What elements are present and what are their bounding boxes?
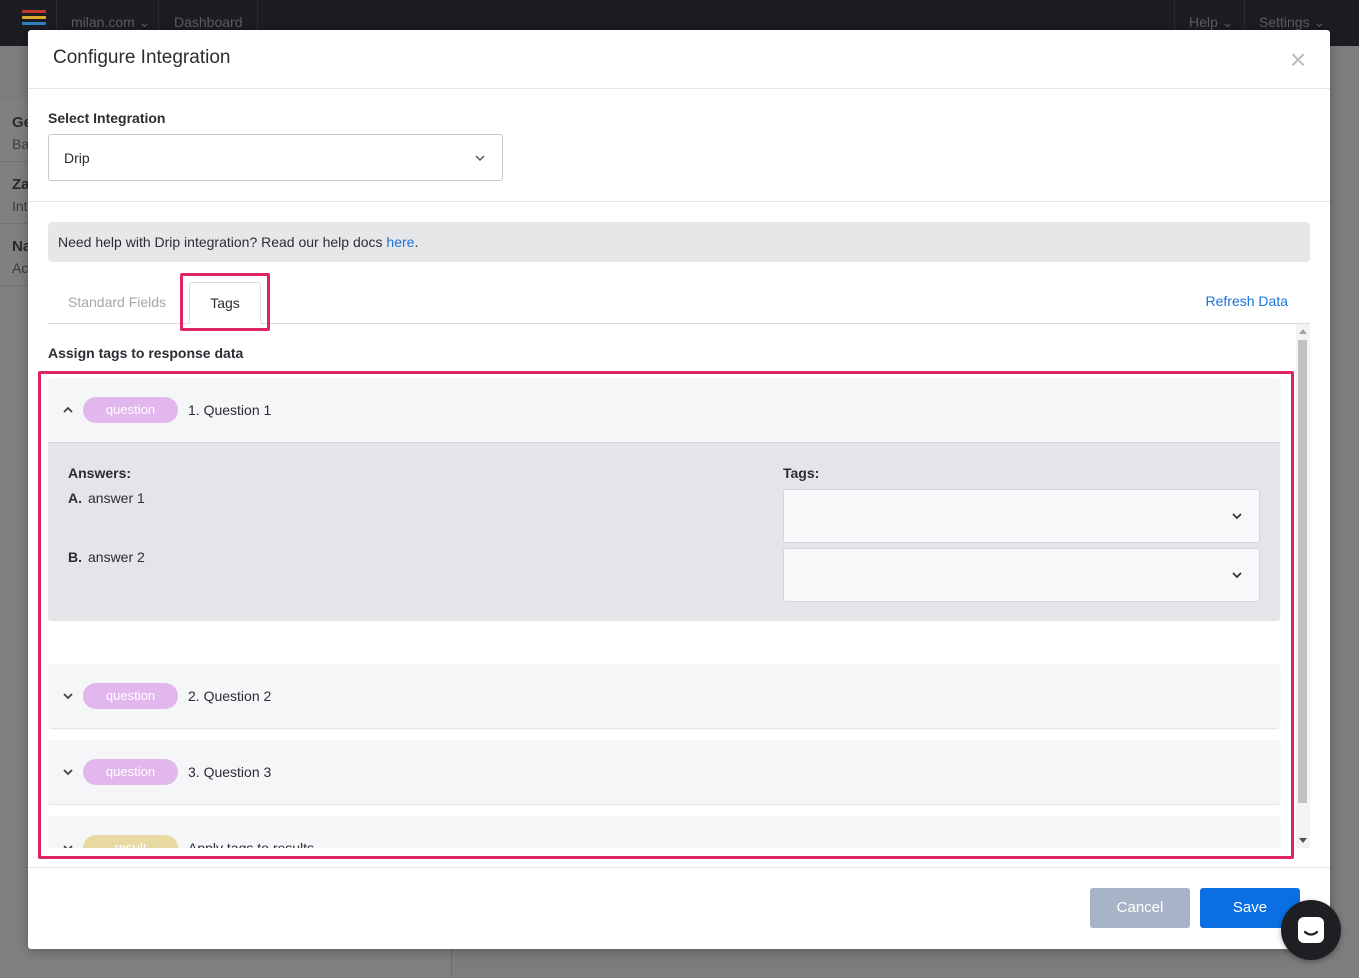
nav-dashboard[interactable]: Dashboard <box>174 14 243 30</box>
answer-row: A. answer 1 <box>68 490 145 506</box>
site-switcher[interactable]: milan.com ⌄ <box>71 14 150 31</box>
chevron-down-icon <box>475 155 485 162</box>
accordion-header-results[interactable]: result Apply tags to results <box>48 816 1280 848</box>
modal-header: Configure Integration × <box>28 30 1330 89</box>
accordion-item: question 3. Question 3 <box>48 740 1280 804</box>
select-integration-label: Select Integration <box>48 110 166 126</box>
tab-tags[interactable]: Tags <box>189 282 261 324</box>
modal-title: Configure Integration <box>53 47 231 68</box>
chat-icon <box>1298 917 1324 943</box>
chevron-down-icon <box>63 769 73 776</box>
configure-integration-modal: Configure Integration × Select Integrati… <box>28 30 1330 949</box>
divider <box>28 201 1330 202</box>
background-row-sub: Ac <box>12 260 29 276</box>
answer-text: answer 1 <box>88 490 145 506</box>
settings-menu[interactable]: Settings ⌄ <box>1259 14 1325 31</box>
question-pill: question <box>83 683 178 709</box>
tag-select-answer-2[interactable] <box>783 548 1260 602</box>
tab-bar: Standard Fields Tags <box>48 274 1310 324</box>
accordion-item: question 2. Question 2 <box>48 664 1280 728</box>
cancel-button[interactable]: Cancel <box>1090 888 1190 928</box>
help-text: Need help with Drip integration? Read ou… <box>58 234 387 250</box>
help-docs-link[interactable]: here <box>386 234 414 250</box>
list-scrollbar[interactable] <box>1296 324 1310 848</box>
accordion-title: Apply tags to results <box>188 840 315 848</box>
help-menu[interactable]: Help ⌄ <box>1189 14 1233 31</box>
answer-row: B. answer 2 <box>68 549 145 565</box>
chevron-down-icon <box>1232 572 1242 579</box>
scroll-down-icon[interactable] <box>1299 838 1307 843</box>
accordion-body: Answers: A. answer 1 B. answer 2 Tags: <box>48 442 1280 620</box>
accordion-title: 3. Question 3 <box>188 764 272 780</box>
chat-launcher-button[interactable] <box>1281 900 1341 960</box>
chevron-up-icon <box>63 406 73 413</box>
question-pill: question <box>83 759 178 785</box>
scrollbar-thumb[interactable] <box>1298 340 1307 803</box>
question-pill: question <box>83 397 178 423</box>
result-pill: result <box>83 835 178 848</box>
menu-logo-icon[interactable] <box>22 10 46 28</box>
help-banner: Need help with Drip integration? Read ou… <box>48 222 1310 262</box>
answer-letter: A. <box>68 490 82 506</box>
assign-tags-heading: Assign tags to response data <box>48 345 244 361</box>
accordion-item: question 1. Question 1 Answers: A. answer… <box>48 378 1280 620</box>
answer-letter: B. <box>68 549 82 565</box>
tab-standard-fields[interactable]: Standard Fields <box>68 282 166 324</box>
help-text-end: . <box>414 234 419 250</box>
scroll-up-icon[interactable] <box>1299 329 1307 334</box>
tags-label: Tags: <box>783 465 820 481</box>
refresh-data-link[interactable]: Refresh Data <box>1206 293 1288 309</box>
integration-select-value: Drip <box>64 150 90 166</box>
accordion-title: 2. Question 2 <box>188 688 272 704</box>
divider <box>28 867 1330 868</box>
background-row-sub: Int <box>12 198 28 214</box>
background-row-title: Za <box>12 176 30 193</box>
accordion-header-question-2[interactable]: question 2. Question 2 <box>48 664 1280 728</box>
tag-select-answer-1[interactable] <box>783 489 1260 543</box>
chevron-down-icon <box>63 845 73 848</box>
accordion-header-question-1[interactable]: question 1. Question 1 <box>48 378 1280 442</box>
accordion-header-question-3[interactable]: question 3. Question 3 <box>48 740 1280 804</box>
accordion-title: 1. Question 1 <box>188 402 272 418</box>
chevron-down-icon <box>1232 513 1242 520</box>
close-icon[interactable]: × <box>1286 46 1310 74</box>
answers-label: Answers: <box>68 465 132 481</box>
accordion-item: result Apply tags to results <box>48 816 1280 848</box>
tag-assignment-list: question 1. Question 1 Answers: A. answer… <box>48 378 1298 848</box>
background-row-sub: Ba <box>12 136 30 152</box>
integration-select[interactable]: Drip <box>48 134 503 181</box>
answer-text: answer 2 <box>88 549 145 565</box>
chevron-down-icon <box>63 693 73 700</box>
